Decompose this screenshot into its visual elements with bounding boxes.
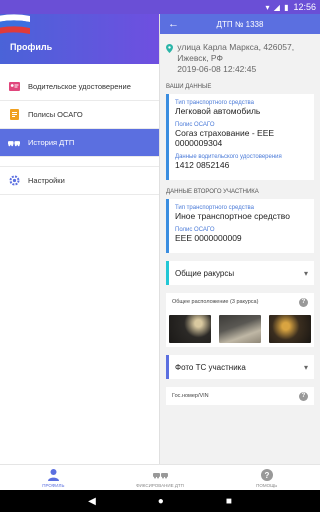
back-triangle-icon[interactable]: ◀ (88, 496, 96, 507)
cars-icon (152, 468, 168, 482)
general-angles-accordion[interactable]: Общие ракурсы ▾ (166, 261, 314, 285)
my-data-section-title: ВАШИ ДАННЫЕ (166, 84, 212, 90)
second-participant-card: Тип транспортного средства Иное транспор… (166, 199, 314, 253)
chevron-down-icon: ▾ (303, 362, 308, 372)
sidebar-title: Профиль (10, 42, 53, 52)
photo-thumbnail[interactable] (269, 315, 311, 343)
status-bar: ▾ ◢ ▮ 12:56 (0, 0, 320, 14)
sidebar-item-history[interactable]: История ДТП (0, 129, 159, 157)
nav-label: ФИКСИРОВАНИЕ ДТП (136, 482, 184, 488)
bottom-navigation: ПРОФИЛЬ ФИКСИРОВАНИЕ ДТП ? ПОМОЩЬ (0, 464, 320, 490)
app-root: ▾ ◢ ▮ 12:56 Профиль Водительское удостов… (0, 0, 320, 512)
participant-photo-subheader: Гос.номер/VIN ? (166, 387, 314, 405)
sidebar: Профиль Водительское удостоверение Полис… (0, 14, 160, 464)
accident-datetime: 2019-06-08 12:42:45 (177, 64, 257, 74)
sidebar-item-label: История ДТП (28, 138, 75, 147)
photo-thumbnail[interactable] (219, 315, 261, 343)
nav-label: ПОМОЩЬ (256, 482, 278, 488)
back-arrow-icon[interactable]: ← (168, 18, 188, 30)
help-icon[interactable]: ? (299, 391, 308, 401)
policy-value: ЕЕЕ 0000000009 (175, 233, 242, 243)
document-icon (8, 109, 20, 121)
gear-icon (8, 175, 20, 187)
menu-divider (0, 157, 159, 167)
license-value: 1412 0852146 (175, 160, 230, 170)
photo-thumbnails (166, 311, 314, 347)
vehicle-type-value: Легковой автомобиль (175, 106, 261, 116)
subheader-text: Гос.номер/VIN (172, 393, 209, 399)
sidebar-menu: Водительское удостоверение Полисы ОСАГО … (0, 73, 159, 195)
nav-profile[interactable]: ПРОФИЛЬ (0, 465, 107, 490)
sidebar-item-label: Настройки (28, 176, 65, 185)
sidebar-item-label: Полисы ОСАГО (28, 110, 83, 119)
sidebar-item-settings[interactable]: Настройки (0, 167, 159, 195)
general-angles-subheader: Общее расположение (3 ракурса) ? (166, 293, 314, 311)
main-panel: ← ДТП № 1338 улица Карла Маркса, 426057,… (160, 14, 320, 464)
second-participant-section-title: ДАННЫЕ ВТОРОГО УЧАСТНИКА (166, 189, 259, 195)
sidebar-header: Профиль (0, 14, 159, 64)
nav-record-accident[interactable]: ФИКСИРОВАНИЕ ДТП (107, 465, 214, 490)
vehicle-type-value: Иное транспортное средство (175, 211, 290, 221)
help-icon: ? (260, 468, 273, 482)
status-time: 12:56 (293, 2, 316, 12)
location-pin-icon (166, 44, 174, 75)
participant-photo-accordion[interactable]: Фото ТС участника ▾ (166, 355, 314, 379)
home-circle-icon[interactable]: ● (158, 496, 164, 507)
system-navigation-bar: ◀ ● ■ (0, 490, 320, 512)
accident-location: улица Карла Маркса, 426057, Ижевск, РФ 2… (160, 34, 320, 79)
person-icon (47, 468, 59, 482)
recents-square-icon[interactable]: ■ (226, 496, 232, 507)
nav-label: ПРОФИЛЬ (42, 482, 65, 488)
sidebar-item-label: Водительское удостоверение (28, 82, 131, 91)
address-text: улица Карла Маркса, 426057, Ижевск, РФ (177, 42, 295, 63)
my-data-card: Тип транспортного средства Легковой авто… (166, 94, 314, 180)
cars-icon (8, 137, 20, 149)
accordion-title: Фото ТС участника (175, 362, 246, 372)
status-icons: ▾ ◢ ▮ (265, 2, 290, 12)
svg-text:?: ? (264, 471, 269, 480)
nav-help[interactable]: ? ПОМОЩЬ (213, 465, 320, 490)
photo-thumbnail[interactable] (169, 315, 211, 343)
policy-value: Согаз страхование - ЕЕЕ 0000009304 (175, 128, 275, 148)
help-icon[interactable]: ? (299, 297, 308, 307)
accordion-title: Общие ракурсы (175, 268, 235, 278)
page-title: ДТП № 1338 (216, 19, 264, 29)
license-icon (8, 81, 20, 93)
sidebar-item-policies[interactable]: Полисы ОСАГО (0, 101, 159, 129)
sidebar-item-license[interactable]: Водительское удостоверение (0, 73, 159, 101)
app-bar: ← ДТП № 1338 (160, 14, 320, 34)
subheader-text: Общее расположение (3 ракурса) (172, 299, 259, 305)
chevron-down-icon: ▾ (303, 268, 308, 278)
